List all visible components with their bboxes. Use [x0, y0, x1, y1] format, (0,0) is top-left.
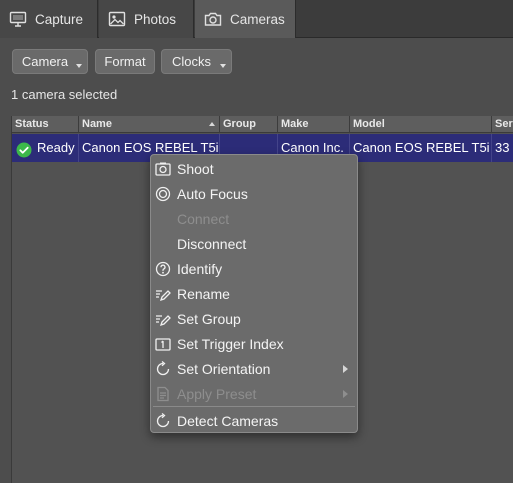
camera-menu-button[interactable]: Camera: [12, 49, 88, 74]
question-icon: [153, 259, 173, 279]
focus-icon: [153, 184, 173, 204]
tab-label: Capture: [35, 11, 84, 27]
rename-icon: [153, 284, 173, 304]
format-button-label: Format: [104, 54, 146, 69]
menu-item-label: Set Trigger Index: [177, 335, 284, 352]
tab-capture[interactable]: Capture: [0, 0, 98, 38]
menu-item-auto-focus[interactable]: Auto Focus: [151, 181, 357, 206]
trigger-index-icon: [153, 334, 173, 354]
status-text: Ready: [37, 140, 75, 155]
menu-item-label: Set Orientation: [177, 360, 271, 377]
table-header: Status Name Group Make Model Ser: [12, 116, 513, 133]
tab-bar: Capture Photos Cameras: [0, 0, 513, 38]
menu-item-identify[interactable]: Identify: [151, 256, 357, 281]
menu-item-label: Shoot: [177, 160, 214, 177]
tab-label: Cameras: [230, 11, 285, 27]
column-header-name-label: Name: [82, 118, 112, 130]
submenu-arrow-icon: [343, 390, 348, 398]
tab-cameras[interactable]: Cameras: [195, 0, 296, 38]
menu-item-set-orientation[interactable]: Set Orientation: [151, 356, 357, 381]
camera-icon: [204, 11, 222, 27]
tab-label: Photos: [134, 11, 177, 27]
tab-photos[interactable]: Photos: [99, 0, 194, 38]
menu-separator: [153, 406, 355, 407]
menu-item-set-trigger-index[interactable]: Set Trigger Index: [151, 331, 357, 356]
menu-item-label: Auto Focus: [177, 185, 248, 202]
menu-item-label: Identify: [177, 260, 223, 277]
menu-item-label: Apply Preset: [177, 385, 257, 402]
submenu-arrow-icon: [343, 365, 348, 373]
context-menu: Shoot Auto Focus Connect Disconnect Iden…: [150, 154, 358, 433]
selection-count: 1 camera selected: [11, 87, 118, 102]
column-header-model[interactable]: Model: [350, 116, 492, 133]
camera-icon: [153, 159, 173, 179]
monitor-icon: [9, 11, 27, 27]
clocks-button-label: Clocks: [171, 54, 211, 69]
column-header-status[interactable]: Status: [12, 116, 79, 133]
sort-ascending-icon: [209, 122, 215, 126]
column-header-make[interactable]: Make: [278, 116, 350, 133]
menu-item-detect-cameras[interactable]: Detect Cameras: [151, 408, 357, 433]
rotate-icon: [153, 359, 173, 379]
photo-icon: [108, 11, 126, 27]
menu-item-icon-blank: [153, 234, 173, 254]
column-header-name[interactable]: Name: [79, 116, 220, 133]
checkmark-icon: [16, 140, 32, 158]
rename-icon: [153, 309, 173, 329]
column-header-group[interactable]: Group: [220, 116, 278, 133]
chevron-down-icon: [76, 64, 82, 68]
menu-item-label: Connect: [177, 210, 230, 227]
preset-icon: [153, 384, 173, 404]
format-button[interactable]: Format: [95, 49, 155, 74]
refresh-icon: [153, 411, 173, 431]
menu-item-label: Set Group: [177, 310, 241, 327]
cell-status: Ready: [12, 134, 79, 162]
menu-item-rename[interactable]: Rename: [151, 281, 357, 306]
menu-item-label: Detect Cameras: [177, 412, 279, 429]
menu-item-label: Rename: [177, 285, 230, 302]
menu-item-set-group[interactable]: Set Group: [151, 306, 357, 331]
menu-item-icon-blank: [153, 209, 173, 229]
menu-item-apply-preset: Apply Preset: [151, 381, 357, 406]
column-header-serial[interactable]: Ser: [492, 116, 513, 133]
menu-item-disconnect[interactable]: Disconnect: [151, 231, 357, 256]
camera-button-label: Camera: [21, 54, 69, 69]
menu-item-label: Disconnect: [177, 235, 247, 252]
cell-model: Canon EOS REBEL T5i: [350, 134, 492, 162]
menu-item-shoot[interactable]: Shoot: [151, 156, 357, 181]
chevron-down-icon: [220, 64, 226, 68]
clocks-menu-button[interactable]: Clocks: [161, 49, 232, 74]
cell-serial: 33: [492, 134, 513, 162]
menu-item-connect: Connect: [151, 206, 357, 231]
